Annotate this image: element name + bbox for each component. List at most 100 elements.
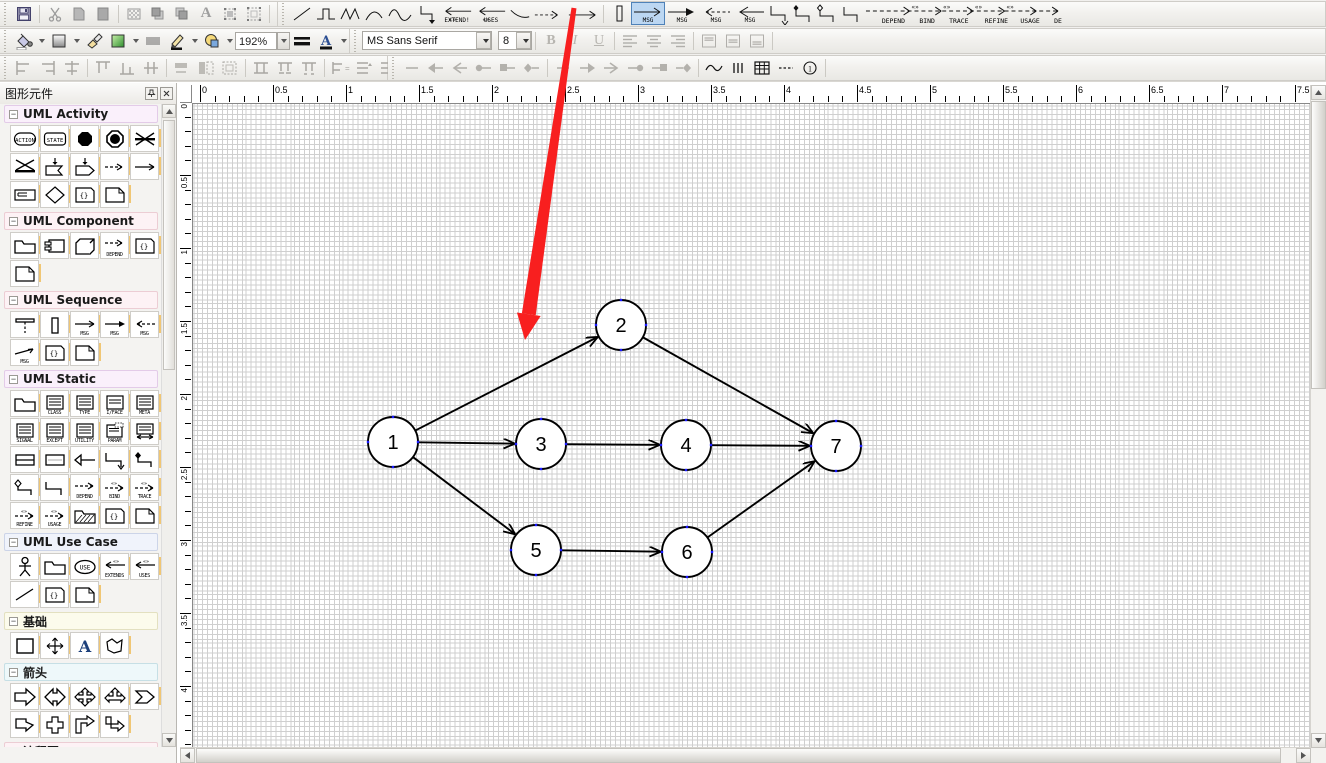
- graph-node[interactable]: 4: [660, 419, 712, 471]
- shape-msg-arrow[interactable]: MSG: [70, 311, 99, 338]
- wave-tool[interactable]: [386, 2, 416, 25]
- align-top-edges-button[interactable]: [91, 56, 115, 79]
- shape-msg-slant[interactable]: MSG: [10, 339, 39, 366]
- toolbar-grip[interactable]: [3, 3, 10, 25]
- paste-button[interactable]: [91, 2, 115, 25]
- shape-elbow-hollow-diamond[interactable]: [10, 474, 39, 501]
- line-end-diamond-button[interactable]: [671, 56, 695, 79]
- node-handle[interactable]: [661, 551, 663, 553]
- node-handle[interactable]: [810, 445, 812, 447]
- group-header-uml-component[interactable]: − UML Component: [4, 212, 158, 230]
- pin-icon[interactable]: [145, 87, 158, 100]
- shape-two-row-box[interactable]: [10, 446, 39, 473]
- save-button[interactable]: [12, 2, 36, 25]
- shape-hollow-arrow-left[interactable]: [70, 446, 99, 473]
- node-handle[interactable]: [535, 574, 537, 576]
- shape-note[interactable]: [100, 181, 129, 208]
- node-handle[interactable]: [660, 444, 662, 446]
- shape-cube[interactable]: [70, 232, 99, 259]
- elbow-connector-tool[interactable]: [767, 2, 791, 25]
- graph-node[interactable]: 5: [510, 524, 562, 576]
- shape-constraint-note[interactable]: {}: [40, 581, 69, 608]
- shape-double-arrow-horizontal[interactable]: [40, 683, 69, 710]
- shape-final-node[interactable]: [100, 125, 129, 152]
- scroll-up-button[interactable]: [1311, 85, 1326, 100]
- line-start-circle-button[interactable]: [472, 56, 496, 79]
- group-header-liuchengtu[interactable]: − 流程图: [4, 742, 158, 747]
- collapse-icon[interactable]: −: [9, 375, 18, 384]
- zigzag-tool[interactable]: [338, 2, 362, 25]
- space-horizontal-button[interactable]: [273, 56, 297, 79]
- shape-utility[interactable]: UTILITY: [70, 418, 99, 445]
- horizontal-scroll-thumb[interactable]: [196, 748, 1281, 763]
- curve-line-button[interactable]: [702, 56, 726, 79]
- collapse-icon[interactable]: −: [9, 747, 18, 748]
- shape-note[interactable]: [130, 502, 159, 529]
- underline-button[interactable]: U: [587, 29, 611, 52]
- shape-extends[interactable]: «»EXTENDS: [100, 553, 129, 580]
- align-left-edges-button[interactable]: [12, 56, 36, 79]
- shape-note[interactable]: [10, 260, 39, 287]
- uses-relation-tool[interactable]: «» USES: [474, 2, 508, 25]
- step-line-tool[interactable]: [314, 2, 338, 25]
- shape-package[interactable]: [10, 390, 39, 417]
- line-tool[interactable]: [290, 2, 314, 25]
- text-tool-button[interactable]: A: [194, 2, 218, 25]
- valign-middle-button[interactable]: [721, 29, 745, 52]
- pen-button[interactable]: [165, 29, 189, 52]
- align-left-button[interactable]: [618, 29, 642, 52]
- message-arrow-tool[interactable]: MSG: [631, 2, 665, 25]
- toolbar-grip[interactable]: [353, 30, 360, 52]
- copy-button[interactable]: [67, 2, 91, 25]
- brush-button[interactable]: [82, 29, 106, 52]
- bar-tool[interactable]: [607, 2, 631, 25]
- shape-decision[interactable]: [40, 181, 69, 208]
- shape-constraint-note[interactable]: {}: [40, 339, 69, 366]
- graph-edge[interactable]: [566, 444, 660, 445]
- graph-node[interactable]: 1: [367, 416, 419, 468]
- shape-uses[interactable]: «»USES: [130, 553, 159, 580]
- node-handle[interactable]: [515, 443, 517, 445]
- node-handle[interactable]: [835, 420, 837, 422]
- align-horizontal-center-button[interactable]: [139, 56, 163, 79]
- node-handle[interactable]: [535, 524, 537, 526]
- node-handle[interactable]: [540, 468, 542, 470]
- toolbar-grip[interactable]: [281, 3, 288, 25]
- group-header-uml-use-case[interactable]: − UML Use Case: [4, 533, 158, 551]
- toolbar-grip[interactable]: [3, 30, 10, 52]
- group-header-uml-activity[interactable]: − UML Activity: [4, 105, 158, 123]
- align-right-edges-button[interactable]: [36, 56, 60, 79]
- shape-note[interactable]: [70, 581, 99, 608]
- shape-note[interactable]: [70, 339, 99, 366]
- group-button[interactable]: [218, 2, 242, 25]
- shape-class[interactable]: CLASS: [40, 390, 69, 417]
- italic-button[interactable]: I: [563, 29, 587, 52]
- node-handle[interactable]: [686, 576, 688, 578]
- shape-action[interactable]: ACTION: [10, 125, 39, 152]
- shape-msg-return[interactable]: MSG: [130, 311, 159, 338]
- graph-node[interactable]: 6: [661, 526, 713, 578]
- shape-signal-send[interactable]: [70, 153, 99, 180]
- shape-refine[interactable]: «»REFINE: [10, 502, 39, 529]
- shape-bent-arrow-down[interactable]: [100, 711, 129, 738]
- node-handle[interactable]: [620, 349, 622, 351]
- number-badge-button[interactable]: 1: [798, 56, 822, 79]
- space-vertical-button[interactable]: [249, 56, 273, 79]
- line-end-square-button[interactable]: [647, 56, 671, 79]
- distribute-a-button[interactable]: [352, 56, 376, 79]
- align-vertical-center-button[interactable]: [60, 56, 84, 79]
- shape-depend[interactable]: DEPEND: [100, 232, 129, 259]
- line-start-open-arrow-button[interactable]: [448, 56, 472, 79]
- solid-arrow-tool[interactable]: [566, 2, 600, 25]
- same-height-button[interactable]: [194, 56, 218, 79]
- shape-lifeline[interactable]: [10, 311, 39, 338]
- space-equal-button[interactable]: [297, 56, 321, 79]
- shadow-button[interactable]: [200, 29, 224, 52]
- line-start-filled-arrow-button[interactable]: [424, 56, 448, 79]
- valign-bottom-button[interactable]: [745, 29, 769, 52]
- shape-elbow-diamond[interactable]: [130, 446, 159, 473]
- font-size-combobox[interactable]: 8: [498, 31, 532, 50]
- graph-edge[interactable]: [561, 550, 661, 551]
- shape-constraint-note[interactable]: {}: [130, 232, 159, 259]
- line-weight-button[interactable]: [290, 29, 314, 52]
